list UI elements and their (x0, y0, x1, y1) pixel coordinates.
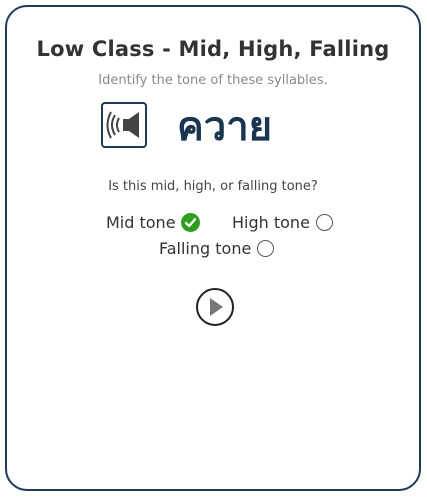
option-label: High tone (232, 213, 310, 232)
option-falling-tone[interactable]: Falling tone (159, 239, 275, 258)
play-button[interactable] (196, 288, 234, 326)
question-text: Is this mid, high, or falling tone? (108, 179, 318, 194)
lesson-subtitle: Identify the tone of these syllables. (98, 73, 328, 88)
lesson-title: Low Class - Mid, High, Falling (36, 37, 390, 61)
option-label: Falling tone (159, 239, 252, 258)
option-mid-tone[interactable]: Mid tone (106, 213, 200, 232)
option-mark (256, 239, 275, 258)
check-icon (180, 213, 200, 232)
option-label: Mid tone (106, 213, 176, 232)
option-mark (315, 213, 334, 232)
lesson-card: Low Class - Mid, High, Falling Identify … (5, 5, 421, 491)
radio-icon[interactable] (315, 214, 333, 231)
speaker-icon (106, 111, 139, 139)
option-mark (180, 213, 200, 232)
audio-button[interactable] (101, 102, 147, 148)
thai-word: ควาย (177, 104, 273, 150)
radio-icon[interactable] (257, 240, 275, 257)
option-high-tone[interactable]: High tone (232, 213, 334, 232)
play-icon (210, 298, 223, 316)
